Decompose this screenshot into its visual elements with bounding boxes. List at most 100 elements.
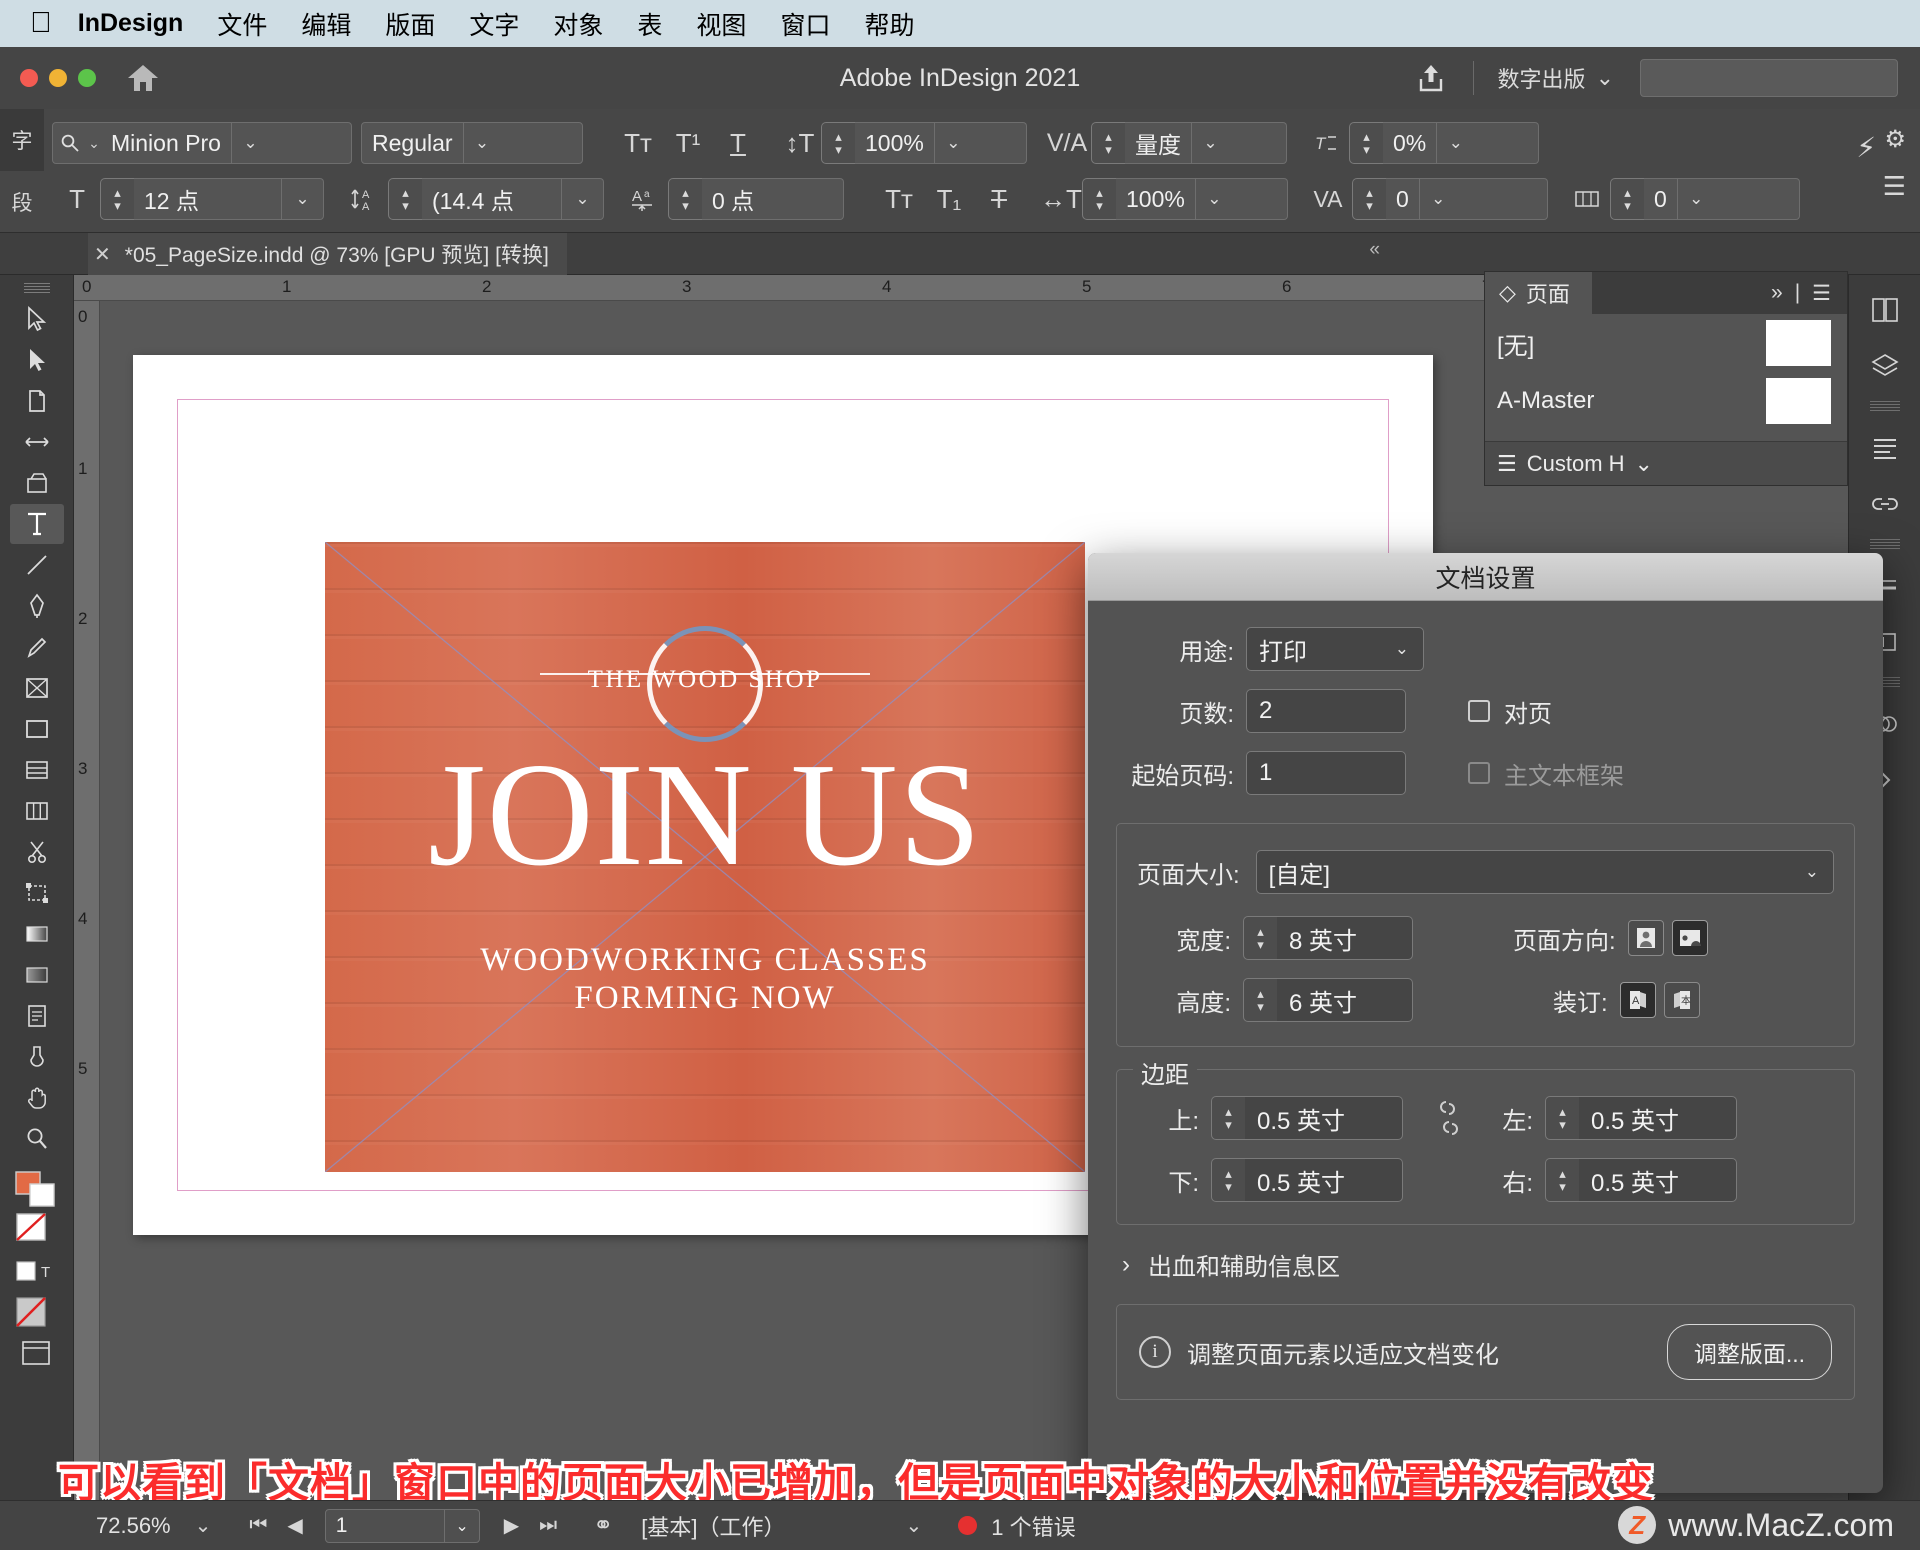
- kerning-stepper[interactable]: ▴ ▾: [1091, 122, 1125, 164]
- selection-tool[interactable]: [10, 299, 64, 339]
- margin-right-stepper[interactable]: ▴ ▾: [1545, 1158, 1579, 1202]
- all-caps-icon[interactable]: Tᴛ: [613, 128, 663, 159]
- column-tool[interactable]: [10, 791, 64, 831]
- menu-item-view[interactable]: 视图: [696, 6, 746, 42]
- artwork-frame[interactable]: THE WOOD SHOP JOIN US WOODWORKING CLASSE…: [325, 542, 1085, 1172]
- next-page-icon[interactable]: ▶: [494, 1513, 529, 1538]
- portrait-orientation-icon[interactable]: [1627, 920, 1664, 956]
- panel-menu-icon[interactable]: ☰: [1812, 281, 1831, 306]
- gradient-feather-tool[interactable]: [10, 955, 64, 995]
- font-size-field[interactable]: 12 点: [134, 178, 282, 220]
- leading-caret[interactable]: ⌄: [562, 178, 604, 220]
- menu-app-name[interactable]: InDesign: [78, 9, 184, 38]
- frame-tool[interactable]: [10, 668, 64, 708]
- home-icon[interactable]: [126, 63, 160, 93]
- strikethrough-icon[interactable]: T: [974, 184, 1024, 215]
- preflight-icon[interactable]: ⚭: [583, 1511, 623, 1540]
- vertical-scale-field[interactable]: 100% ⌄: [855, 122, 1027, 164]
- tab-pages[interactable]: ◇ 页面: [1485, 272, 1592, 314]
- width-stepper[interactable]: ▴ ▾: [1243, 916, 1277, 960]
- content-collector-tool[interactable]: [10, 463, 64, 503]
- master-list-item[interactable]: [无]: [1485, 314, 1847, 372]
- margin-top-input[interactable]: 0.5 英寸: [1245, 1096, 1403, 1140]
- adjust-layout-button[interactable]: 调整版面...: [1666, 1324, 1832, 1380]
- master-thumbnail[interactable]: [1766, 320, 1831, 366]
- tracking-stepper[interactable]: ▴ ▾: [1352, 178, 1386, 220]
- menu-item-table[interactable]: 表: [637, 6, 662, 42]
- double-chevron-left-icon[interactable]: «: [1369, 239, 1380, 261]
- binding-right-to-left-icon[interactable]: 本: [1663, 982, 1700, 1018]
- skew-stepper[interactable]: ▴ ▾: [1349, 122, 1383, 164]
- pages-panel-icon[interactable]: [1860, 285, 1910, 335]
- first-page-icon[interactable]: ⏮: [239, 1514, 277, 1537]
- links-panel-icon[interactable]: [1860, 479, 1910, 529]
- menu-item-object[interactable]: 对象: [553, 6, 603, 42]
- pencil-tool[interactable]: [10, 627, 64, 667]
- menu-item-file[interactable]: 文件: [217, 6, 267, 42]
- note-tool[interactable]: [10, 996, 64, 1036]
- zoom-tool[interactable]: [10, 1119, 64, 1159]
- tracking-field[interactable]: 0 ⌄: [1386, 178, 1548, 220]
- chevron-down-icon[interactable]: ⌄: [896, 1513, 933, 1538]
- margin-top-stepper[interactable]: ▴ ▾: [1211, 1096, 1245, 1140]
- horizontal-scale-caret[interactable]: ⌄: [1194, 179, 1233, 219]
- margin-bottom-input[interactable]: 0.5 英寸: [1245, 1158, 1403, 1202]
- menu-item-type[interactable]: 文字: [469, 6, 519, 42]
- grid-stepper[interactable]: ▴ ▾: [1610, 178, 1644, 220]
- type-tool[interactable]: [9, 504, 64, 544]
- share-icon[interactable]: [1403, 58, 1459, 98]
- table-tool[interactable]: [10, 750, 64, 790]
- minimize-window-button[interactable]: [49, 69, 67, 87]
- kerning-field[interactable]: 量度 ⌄: [1125, 122, 1287, 164]
- small-caps-icon[interactable]: Tᴛ: [874, 184, 924, 215]
- tracking-caret[interactable]: ⌄: [1418, 179, 1457, 219]
- margin-left-input[interactable]: 0.5 英寸: [1579, 1096, 1737, 1140]
- normal-preview-mode-toggle[interactable]: T: [10, 1252, 64, 1292]
- direct-selection-tool[interactable]: [10, 340, 64, 380]
- width-input[interactable]: 8 英寸: [1277, 916, 1413, 960]
- pen-tool[interactable]: [10, 586, 64, 626]
- chevron-down-icon[interactable]: ⌄: [1635, 451, 1653, 477]
- subscript-icon[interactable]: T₁: [924, 184, 974, 215]
- character-mode-tab[interactable]: 字: [0, 109, 44, 171]
- kerning-caret[interactable]: ⌄: [1191, 123, 1229, 163]
- margin-left-stepper[interactable]: ▴ ▾: [1545, 1096, 1579, 1140]
- skew-field[interactable]: 0% ⌄: [1383, 122, 1539, 164]
- panel-menu-icon[interactable]: ☰: [1883, 171, 1906, 202]
- gap-tool[interactable]: [10, 422, 64, 462]
- menu-item-window[interactable]: 窗口: [780, 6, 830, 42]
- line-tool[interactable]: [10, 545, 64, 585]
- master-list-item[interactable]: A-Master: [1485, 372, 1847, 430]
- fill-stroke-swatches[interactable]: [10, 1170, 64, 1210]
- screen-mode-button[interactable]: [10, 1334, 64, 1374]
- language-caret[interactable]: ⌄: [1676, 179, 1715, 219]
- rectangle-tool[interactable]: [10, 709, 64, 749]
- apply-none-button[interactable]: [10, 1293, 64, 1333]
- close-window-button[interactable]: [20, 69, 38, 87]
- height-stepper[interactable]: ▴ ▾: [1243, 978, 1277, 1022]
- vertical-scale-stepper[interactable]: ▴ ▾: [821, 122, 855, 164]
- none-swatch[interactable]: [10, 1211, 64, 1251]
- search-input[interactable]: [1640, 59, 1898, 97]
- font-style-dropdown-caret[interactable]: ⌄: [462, 123, 501, 163]
- pages-panel-footer[interactable]: ☰ Custom H ⌄: [1485, 441, 1847, 485]
- chevron-down-icon[interactable]: ⌄: [444, 1509, 478, 1542]
- pages-panel[interactable]: ◇ 页面 » | ☰ [无] A-Master ☰ Custom H ⌄: [1484, 271, 1848, 486]
- page-tool[interactable]: [10, 381, 64, 421]
- language-field[interactable]: 0 ⌄: [1644, 178, 1800, 220]
- master-thumbnail[interactable]: [1766, 378, 1831, 424]
- gradient-tool[interactable]: [10, 914, 64, 954]
- superscript-icon[interactable]: T¹: [663, 128, 713, 159]
- skew-caret[interactable]: ⌄: [1436, 123, 1474, 163]
- hand-tool[interactable]: [10, 1078, 64, 1118]
- scissors-tool[interactable]: [10, 832, 64, 872]
- layers-panel-icon[interactable]: [1860, 341, 1910, 391]
- underline-icon[interactable]: T: [713, 128, 763, 159]
- gear-icon[interactable]: ⚙: [1884, 125, 1906, 154]
- zoom-level-value[interactable]: 72.56%: [96, 1513, 171, 1539]
- horizontal-scale-stepper[interactable]: ▴ ▾: [1082, 178, 1116, 220]
- facing-pages-checkbox[interactable]: [1468, 700, 1490, 722]
- chevron-down-icon[interactable]: ⌄: [185, 1513, 222, 1538]
- page-size-select[interactable]: [自定] ⌄: [1255, 850, 1834, 894]
- quick-apply-icon[interactable]: ⚡: [1856, 131, 1876, 164]
